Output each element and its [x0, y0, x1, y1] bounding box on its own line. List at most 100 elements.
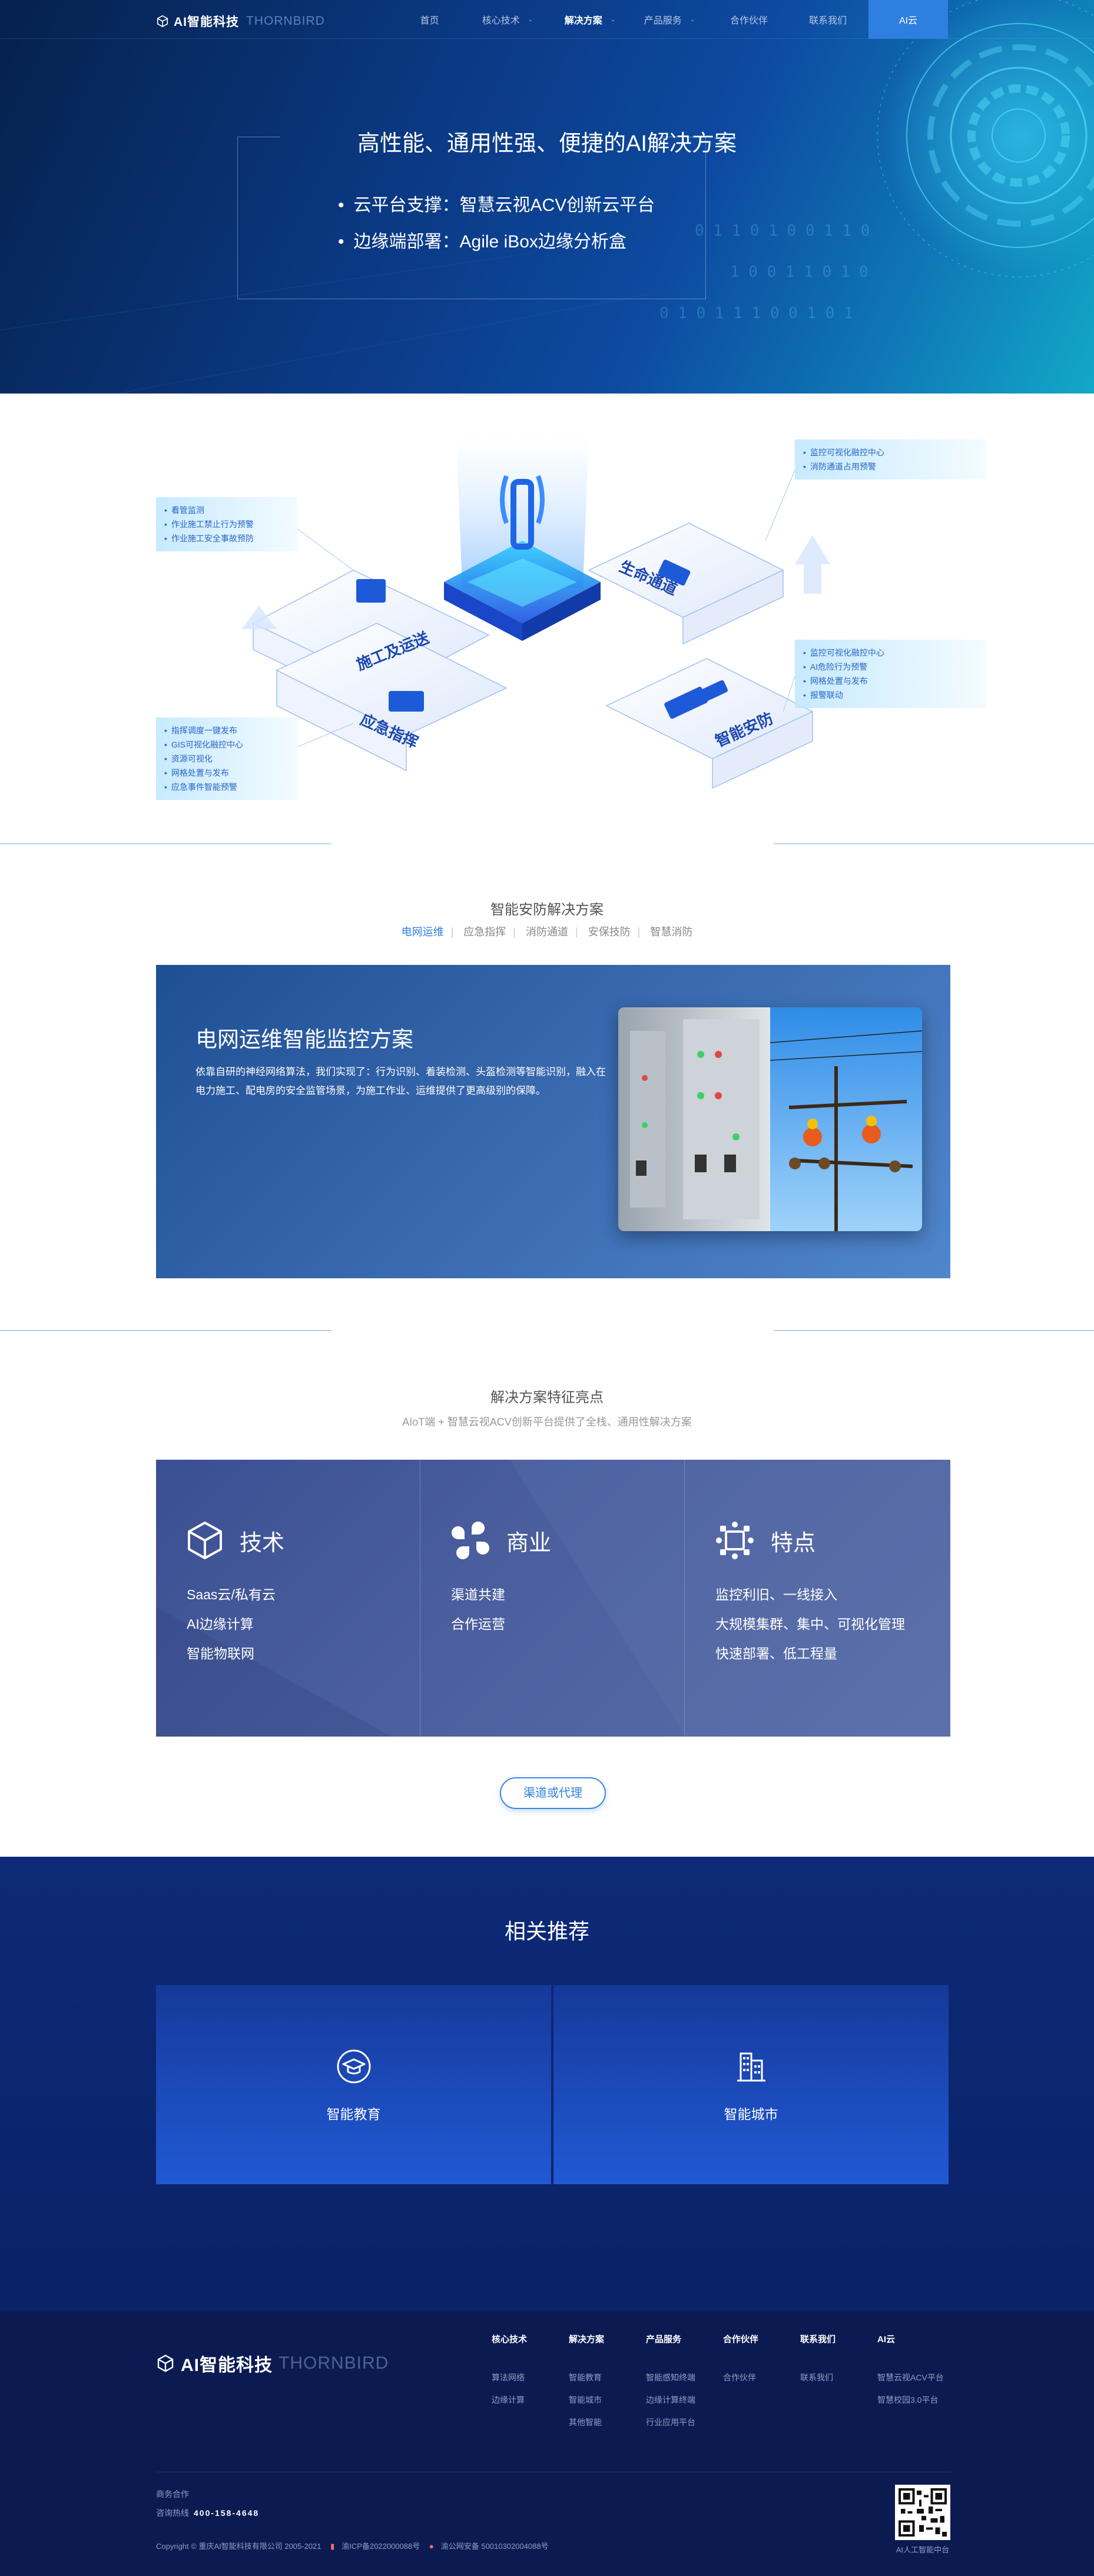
qr-code	[895, 2485, 950, 2540]
footer-column: AI云 智慧云视ACV平台 智慧校园3.0平台	[877, 2333, 972, 2433]
tip-item: 作业施工禁止行为预警	[164, 517, 287, 531]
footer-link[interactable]: 智能城市	[569, 2389, 646, 2411]
nav-item-solutions[interactable]: 解决方案 ⌄	[552, 0, 628, 39]
footer-column-title: 产品服务	[646, 2334, 682, 2344]
nav-item-core-tech[interactable]: 核心技术 ⌄	[463, 0, 552, 39]
feature-item: 快速部署、低工程量	[715, 1646, 837, 1661]
footer-column: 合作伙伴 合作伙伴	[723, 2333, 800, 2433]
nav-item-contact[interactable]: 联系我们	[787, 0, 868, 39]
features-panel: 技术 Saas云/私有云 AI边缘计算 智能物联网 商业 渠道共建 合作运营 特…	[156, 1460, 950, 1737]
nav-item-label: 首页	[420, 16, 439, 26]
hero-title: 高性能、通用性强、便捷的AI解决方案	[357, 131, 737, 156]
nav-item-label: 产品服务	[644, 16, 682, 26]
tip-item: 指挥调度一键发布	[164, 723, 287, 738]
logo-text: AI智能科技	[174, 15, 239, 29]
buildings-icon	[737, 2052, 765, 2082]
tip-item: 资源可视化	[164, 752, 287, 766]
solution-tabs: 电网运维 | 应急指挥 | 消防通道 | 安保技防 | 智慧消防	[0, 924, 1094, 939]
feature-item: 渠道共建	[451, 1587, 505, 1602]
footer-link[interactable]: 智能教育	[569, 2366, 646, 2389]
footer-link[interactable]: 边缘计算终端	[646, 2389, 723, 2411]
recommend-card-education[interactable]: 智能教育	[156, 1985, 551, 2184]
clover-icon	[452, 1522, 489, 1559]
feature-title: 技术	[240, 1530, 285, 1556]
features-title: 解决方案特征亮点	[490, 1390, 604, 1406]
recommend-card-city[interactable]: 智能城市	[553, 1985, 949, 2184]
footer-link[interactable]: 算法网络	[492, 2366, 569, 2389]
nav-item-ai-cloud[interactable]: AI云	[868, 0, 948, 39]
qr-label: AI人工智能中台	[896, 2545, 950, 2554]
nav-item-label: 合作伙伴	[730, 16, 768, 26]
feature-item: 大规模集群、集中、可视化管理	[715, 1616, 905, 1632]
police-link[interactable]: 渝公网安备 50010302004088号	[441, 2542, 549, 2551]
icp-link[interactable]: 渝ICP备2022000088号	[342, 2542, 420, 2551]
phone-label: 咨询热线	[156, 2508, 189, 2518]
footer-link[interactable]: 联系我们	[800, 2366, 877, 2389]
logo-cube-icon	[157, 2355, 174, 2372]
footer-link[interactable]: 行业应用平台	[646, 2411, 723, 2433]
footer-logo-text: AI智能科技	[181, 2356, 273, 2375]
site-logo[interactable]: AI智能科技 THORNBIRD	[156, 12, 325, 30]
modules-icon	[716, 1522, 754, 1559]
tab-security[interactable]: 安保技防	[581, 924, 638, 939]
tip-item: 作业施工安全事故预防	[164, 531, 287, 545]
tip-item: 监控可视化融控中心	[803, 445, 975, 459]
channel-agent-button[interactable]: 渠道或代理	[500, 1777, 606, 1809]
nav-item-products[interactable]: 产品服务 ⌄	[628, 0, 711, 39]
svg-text:0 1 0 1 1 1 0 0 1 0 1: 0 1 0 1 1 1 0 0 1 0 1	[659, 305, 853, 322]
solution-diagram: 施工及运送 生命通道 应急指挥 智能安防 看管监测 作业施工禁止行为预警 作业施…	[0, 393, 1094, 841]
footer-logo[interactable]: AI智能科技 THORNBIRD	[156, 2350, 389, 2376]
tab-fire-passage[interactable]: 消防通道	[519, 924, 575, 939]
footer-link[interactable]: 智慧校园3.0平台	[877, 2389, 972, 2411]
hero-banner: 0 1 1 0 1 0 0 1 1 0 1 0 0 1 1 0 1 0 0 1 …	[0, 0, 1094, 393]
nav-item-home[interactable]: 首页	[396, 0, 463, 39]
chevron-down-icon: ⌄	[610, 16, 616, 23]
case-description: 依靠自研的神经网络算法，我们实现了：行为识别、着装检测、头盔检测等智能识别，融入…	[195, 1066, 606, 1096]
tab-power-grid[interactable]: 电网运维	[394, 924, 451, 939]
nav-item-label: 核心技术	[482, 16, 520, 26]
divider-line	[774, 1330, 1094, 1331]
footer-column-title: 合作伙伴	[723, 2334, 759, 2344]
nav-links: 首页 核心技术 ⌄ 解决方案 ⌄ 产品服务 ⌄ 合作伙伴 联系我们 AI云	[396, 0, 948, 39]
footer-column-title: 解决方案	[569, 2334, 605, 2344]
recommend-title: 相关推荐	[504, 1919, 589, 1943]
tip-lifeline: 监控可视化融控中心 消防通道占用预警	[795, 439, 986, 480]
top-nav: AI智能科技 THORNBIRD 首页 核心技术 ⌄ 解决方案 ⌄ 产品服务 ⌄ 合作…	[0, 0, 1094, 39]
logo-cube-icon	[157, 15, 168, 28]
footer-column-title: 联系我们	[800, 2334, 836, 2344]
footer-link[interactable]: 智能感知终端	[646, 2366, 723, 2389]
tab-smart-fire[interactable]: 智慧消防	[643, 924, 700, 939]
footer-link[interactable]: 边缘计算	[492, 2389, 569, 2411]
power-grid-photo	[618, 1007, 922, 1231]
tip-item: 网格处置与发布	[164, 766, 287, 780]
tip-item: 应急事件智能预警	[164, 780, 287, 794]
phone-number: 400-158-4648	[194, 2508, 260, 2518]
footer-link[interactable]: 智慧云视ACV平台	[877, 2366, 972, 2389]
divider-line	[0, 1330, 331, 1331]
solutions-title: 智能安防解决方案	[490, 902, 604, 918]
site-footer: AI智能科技 THORNBIRD 核心技术 算法网络 边缘计算 解决方案 智能教…	[0, 2312, 1094, 2576]
feature-column-tech: 技术 Saas云/私有云 AI边缘计算 智能物联网	[156, 1460, 420, 1737]
tab-emergency[interactable]: 应急指挥	[456, 924, 513, 939]
tip-emergency: 指挥调度一键发布 GIS可视化融控中心 资源可视化 网格处置与发布 应急事件智能…	[156, 717, 297, 800]
cube-icon	[188, 1522, 222, 1559]
copyright-text: Copyright © 重庆AI智能科技有限公司 2005-2021	[156, 2542, 321, 2551]
hero-bullet: 边缘端部署：Agile iBox边缘分析盒	[338, 224, 655, 260]
svg-text:1 0 0 1 1 0 1 0: 1 0 0 1 1 0 1 0	[730, 263, 868, 281]
footer-column-title: AI云	[877, 2334, 896, 2344]
footer-contact: 商务合作 咨询热线 400-158-4648	[156, 2485, 259, 2522]
nav-item-partners[interactable]: 合作伙伴	[711, 0, 787, 39]
hero-bullet: 云平台支撑：智慧云视ACV创新云平台	[338, 187, 655, 224]
graduation-icon	[337, 2049, 371, 2084]
feature-item: AI边缘计算	[187, 1616, 254, 1632]
footer-column-title: 核心技术	[492, 2334, 528, 2344]
footer-link[interactable]: 其他智能	[569, 2411, 646, 2433]
hero-bullets: 云平台支撑：智慧云视ACV创新云平台 边缘端部署：Agile iBox边缘分析盒	[338, 187, 655, 260]
footer-link[interactable]: 合作伙伴	[723, 2366, 800, 2389]
tip-item: 报警联动	[803, 688, 975, 702]
case-title: 电网运维智能监控方案	[195, 1027, 413, 1051]
tip-item: 监控可视化融控中心	[803, 646, 975, 660]
tip-item: 消防通道占用预警	[803, 459, 975, 474]
feature-item: Saas云/私有云	[187, 1587, 276, 1602]
feature-column-traits: 特点 监控利旧、一线接入 大规模集群、集中、可视化管理 快速部署、低工程量	[685, 1460, 949, 1737]
